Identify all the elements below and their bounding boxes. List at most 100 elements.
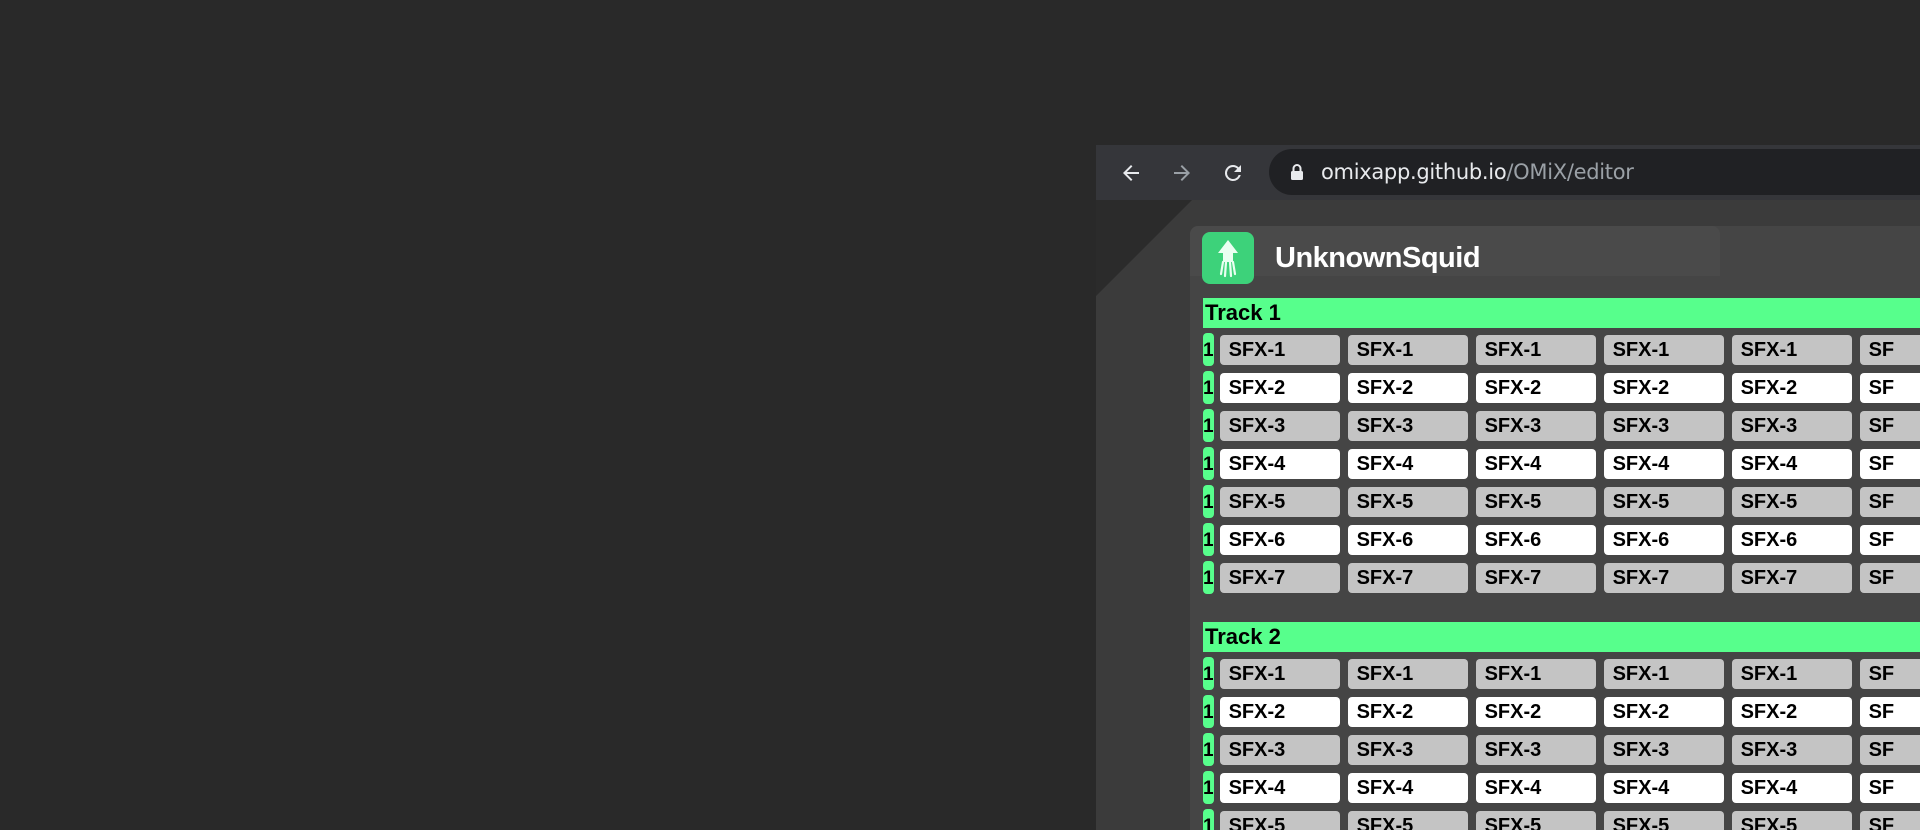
sfx-button[interactable]: SFX-5 (1475, 486, 1596, 517)
back-arrow-icon (1123, 165, 1139, 181)
sfx-button[interactable]: SFX-6 (1731, 524, 1852, 555)
sfx-button[interactable]: SFX-4 (1475, 448, 1596, 479)
row-number-button[interactable]: 1 (1203, 409, 1214, 442)
row-number-button[interactable]: 1 (1203, 561, 1214, 594)
sfx-button[interactable]: SFX-1 (1347, 658, 1468, 689)
sfx-button[interactable]: SFX-4 (1731, 772, 1852, 803)
back-button[interactable] (1111, 153, 1151, 193)
sfx-button[interactable]: SFX-4 (1603, 772, 1724, 803)
sfx-button[interactable]: SF (1859, 486, 1920, 517)
sfx-button[interactable]: SF (1859, 372, 1920, 403)
sfx-button[interactable]: SFX-5 (1219, 810, 1340, 830)
track-row: 1 SFX-3 SFX-3 SFX-3 SFX-3 SFX-3 SF (1203, 409, 1920, 442)
row-number-button[interactable]: 1 (1203, 657, 1214, 690)
sfx-button[interactable]: SFX-4 (1219, 772, 1340, 803)
row-number-button[interactable]: 1 (1203, 771, 1214, 804)
sfx-button[interactable]: SF (1859, 772, 1920, 803)
browser-toolbar: omixapp.github.io/OMiX/editor (1096, 145, 1920, 201)
sfx-button[interactable]: SFX-2 (1603, 372, 1724, 403)
sfx-button[interactable]: SFX-4 (1219, 448, 1340, 479)
sfx-button[interactable]: SFX-3 (1731, 734, 1852, 765)
sfx-button[interactable]: SFX-6 (1475, 524, 1596, 555)
sfx-button[interactable]: SFX-5 (1731, 486, 1852, 517)
sfx-button[interactable]: SFX-1 (1731, 334, 1852, 365)
row-number-button[interactable]: 1 (1203, 733, 1214, 766)
row-number-button[interactable]: 1 (1203, 809, 1214, 830)
sfx-button[interactable]: SFX-5 (1475, 810, 1596, 830)
sfx-button[interactable]: SFX-3 (1603, 734, 1724, 765)
sfx-button[interactable]: SFX-4 (1347, 448, 1468, 479)
sfx-button[interactable]: SFX-3 (1347, 410, 1468, 441)
sfx-button[interactable]: SFX-6 (1603, 524, 1724, 555)
sfx-button[interactable]: SFX-3 (1219, 410, 1340, 441)
sfx-button[interactable]: SFX-5 (1347, 486, 1468, 517)
track-row: 1 SFX-1 SFX-1 SFX-1 SFX-1 SFX-1 SF (1203, 657, 1920, 690)
sfx-button[interactable]: SFX-1 (1731, 658, 1852, 689)
page-content: UnknownSquid Track 1 1 SFX-1 SFX-1 SFX-1 SFX-… (1096, 200, 1920, 830)
sfx-button[interactable]: SF (1859, 448, 1920, 479)
row-number-button[interactable]: 1 (1203, 523, 1214, 556)
forward-button[interactable] (1162, 153, 1202, 193)
sfx-button[interactable]: SFX-6 (1347, 524, 1468, 555)
sfx-button[interactable]: SF (1859, 562, 1920, 593)
sfx-button[interactable]: SFX-6 (1219, 524, 1340, 555)
row-number-button[interactable]: 1 (1203, 371, 1214, 404)
reload-icon (1224, 164, 1241, 181)
sfx-button[interactable]: SFX-3 (1475, 410, 1596, 441)
sfx-button[interactable]: SFX-7 (1475, 562, 1596, 593)
sfx-button[interactable]: SFX-7 (1731, 562, 1852, 593)
sfx-button[interactable]: SFX-1 (1219, 334, 1340, 365)
sfx-button[interactable]: SFX-2 (1219, 372, 1340, 403)
sfx-button[interactable]: SF (1859, 524, 1920, 555)
forward-arrow-icon (1174, 165, 1190, 181)
sfx-button[interactable]: SFX-1 (1475, 334, 1596, 365)
row-number-button[interactable]: 1 (1203, 333, 1214, 366)
sfx-button[interactable]: SFX-5 (1603, 810, 1724, 830)
sfx-button[interactable]: SFX-2 (1475, 372, 1596, 403)
sfx-button[interactable]: SFX-1 (1347, 334, 1468, 365)
sfx-button[interactable]: SFX-5 (1219, 486, 1340, 517)
track-title: Track 1 (1203, 298, 1920, 328)
sfx-button[interactable]: SFX-7 (1219, 562, 1340, 593)
sfx-button[interactable]: SF (1859, 410, 1920, 441)
sfx-button[interactable]: SFX-4 (1603, 448, 1724, 479)
url-text: omixapp.github.io/OMiX/editor (1321, 160, 1634, 184)
sfx-button[interactable]: SF (1859, 810, 1920, 830)
sfx-button[interactable]: SFX-1 (1603, 334, 1724, 365)
sfx-button[interactable]: SFX-4 (1475, 772, 1596, 803)
sfx-button[interactable]: SFX-3 (1475, 734, 1596, 765)
squid-logo-icon[interactable] (1202, 232, 1254, 284)
sfx-button[interactable]: SFX-5 (1347, 810, 1468, 830)
sfx-button[interactable]: SFX-3 (1731, 410, 1852, 441)
sfx-button[interactable]: SFX-2 (1219, 696, 1340, 727)
sfx-button[interactable]: SFX-1 (1475, 658, 1596, 689)
sfx-button[interactable]: SFX-4 (1731, 448, 1852, 479)
sfx-button[interactable]: SF (1859, 696, 1920, 727)
sfx-button[interactable]: SFX-3 (1347, 734, 1468, 765)
sfx-button[interactable]: SFX-1 (1603, 658, 1724, 689)
sfx-button[interactable]: SFX-4 (1347, 772, 1468, 803)
sfx-button[interactable]: SF (1859, 734, 1920, 765)
row-number-button[interactable]: 1 (1203, 695, 1214, 728)
row-number-button[interactable]: 1 (1203, 485, 1214, 518)
sfx-button[interactable]: SFX-7 (1347, 562, 1468, 593)
row-number-button[interactable]: 1 (1203, 447, 1214, 480)
track-row: 1 SFX-2 SFX-2 SFX-2 SFX-2 SFX-2 SF (1203, 371, 1920, 404)
sfx-button[interactable]: SFX-2 (1603, 696, 1724, 727)
sfx-button[interactable]: SFX-7 (1603, 562, 1724, 593)
sfx-button[interactable]: SFX-2 (1731, 696, 1852, 727)
sfx-button[interactable]: SFX-3 (1603, 410, 1724, 441)
sfx-button[interactable]: SF (1859, 334, 1920, 365)
sfx-button[interactable]: SF (1859, 658, 1920, 689)
track-row: 1 SFX-3 SFX-3 SFX-3 SFX-3 SFX-3 SF (1203, 733, 1920, 766)
address-bar[interactable]: omixapp.github.io/OMiX/editor (1269, 149, 1920, 195)
reload-button[interactable] (1213, 153, 1253, 193)
sfx-button[interactable]: SFX-5 (1731, 810, 1852, 830)
sfx-button[interactable]: SFX-2 (1347, 696, 1468, 727)
sfx-button[interactable]: SFX-2 (1731, 372, 1852, 403)
sfx-button[interactable]: SFX-2 (1347, 372, 1468, 403)
sfx-button[interactable]: SFX-1 (1219, 658, 1340, 689)
sfx-button[interactable]: SFX-3 (1219, 734, 1340, 765)
sfx-button[interactable]: SFX-2 (1475, 696, 1596, 727)
sfx-button[interactable]: SFX-5 (1603, 486, 1724, 517)
